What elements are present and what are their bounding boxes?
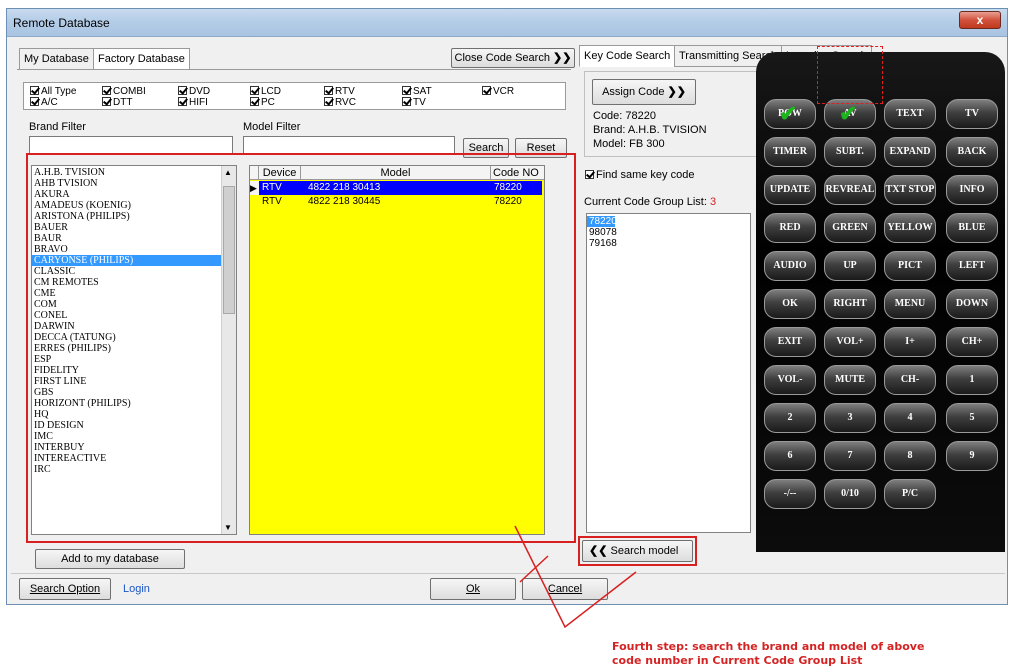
- annotation-caption: Fourth step: search the brand and model …: [612, 640, 924, 668]
- annotation-line-1: Fourth step: search the brand and model …: [612, 640, 925, 653]
- annotation-line-2: code number in Current Code Group List: [612, 654, 863, 667]
- annotation-arrow: [514, 525, 637, 629]
